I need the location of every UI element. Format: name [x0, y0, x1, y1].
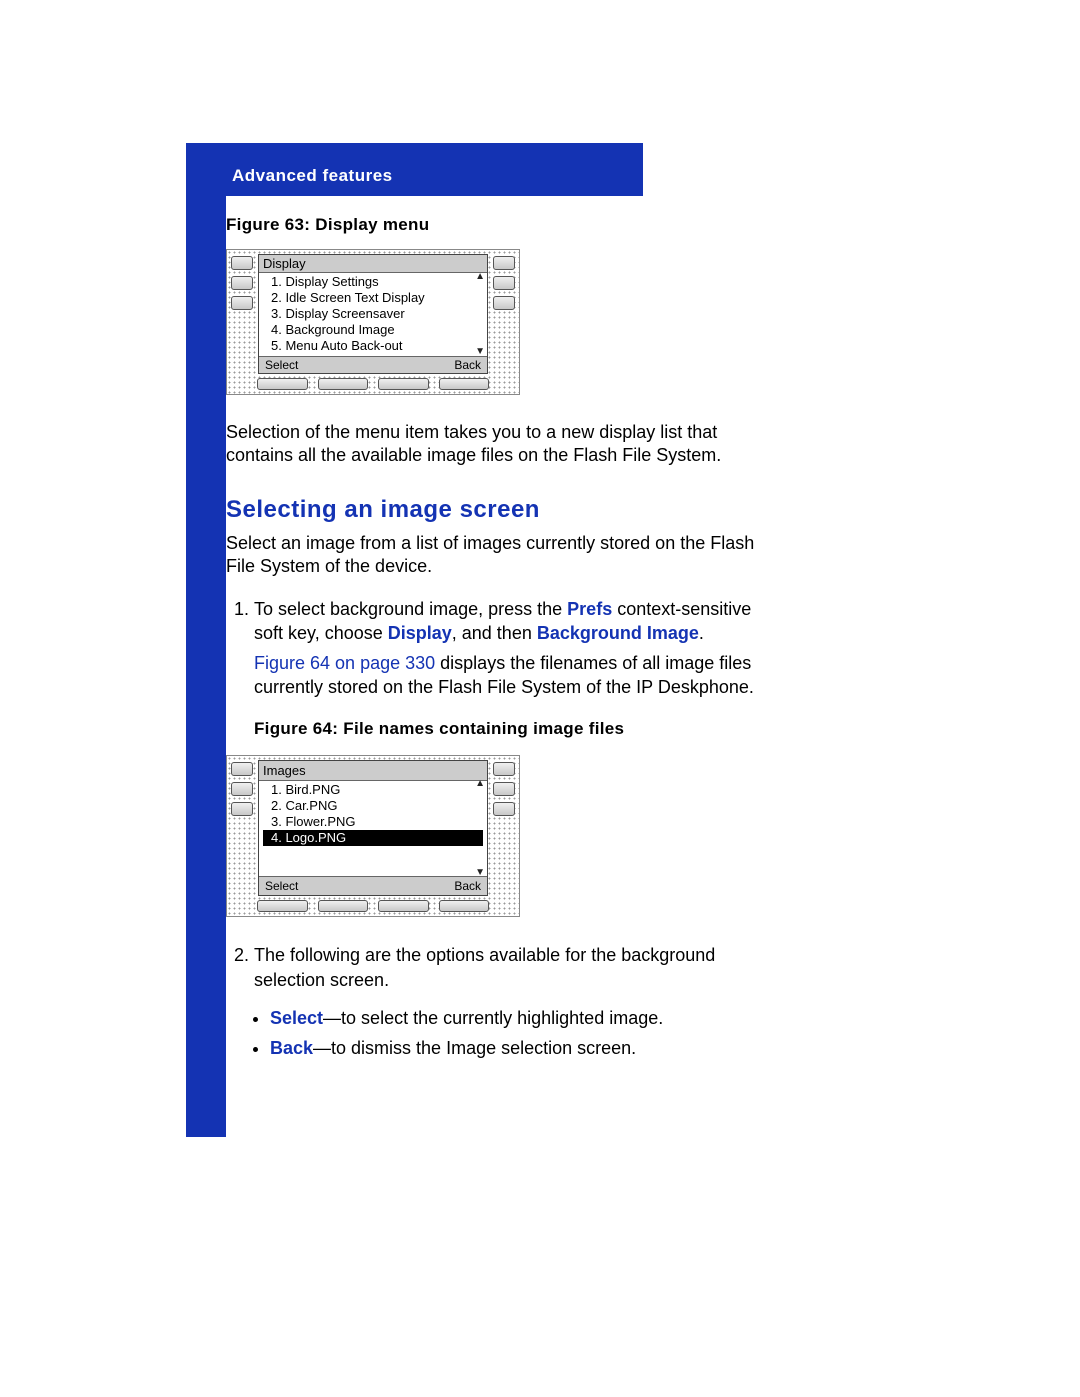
phone-screen: Images ▲ 1. Bird.PNG 2. Car.PNG 3. Flowe… — [258, 760, 488, 897]
menu-item: 1. Display Settings — [271, 274, 483, 290]
phone-screen: Display ▲ 1. Display Settings 2. Idle Sc… — [258, 254, 488, 374]
menu-item: 5. Menu Auto Back-out — [271, 338, 483, 354]
bottom-softkey-buttons — [231, 374, 515, 390]
menu-list: 1. Display Settings 2. Idle Screen Text … — [259, 273, 487, 356]
figure-64-illustration: Images ▲ 1. Bird.PNG 2. Car.PNG 3. Flowe… — [226, 755, 520, 918]
phone-side-button — [231, 276, 253, 290]
bullet-item: Back—to dismiss the Image selection scre… — [270, 1036, 772, 1060]
bullet-list: Select—to select the currently highlight… — [226, 1006, 772, 1061]
bullet1-rest: —to select the currently highlighted ima… — [323, 1008, 663, 1028]
image-list: 1. Bird.PNG 2. Car.PNG 3. Flower.PNG 4. … — [259, 781, 487, 876]
left-side-buttons — [231, 254, 253, 374]
list-item: 1. Bird.PNG — [271, 782, 483, 798]
phone-bottom-button — [439, 900, 490, 912]
section-header-text: Advanced features — [226, 166, 393, 196]
keyword-background-image: Background Image — [537, 623, 699, 643]
menu-item: 2. Idle Screen Text Display — [271, 290, 483, 306]
section-header-bar: Advanced features — [226, 143, 643, 196]
softkey-back: Back — [448, 877, 487, 895]
phone-side-button — [493, 762, 515, 776]
menu-item: 3. Display Screensaver — [271, 306, 483, 322]
cross-reference-link[interactable]: Figure 64 on page 330 — [254, 653, 435, 673]
ordered-steps: To select background image, press the Pr… — [226, 597, 772, 992]
step2-text: The following are the options available … — [254, 945, 715, 989]
list-item: 2. Car.PNG — [271, 798, 483, 814]
phone-side-button — [231, 782, 253, 796]
phone-bottom-button — [257, 900, 308, 912]
paragraph: Select an image from a list of images cu… — [226, 532, 772, 579]
phone-bottom-button — [318, 378, 369, 390]
phone-bottom-button — [378, 378, 429, 390]
scroll-down-icon: ▼ — [475, 866, 485, 880]
step-item: To select background image, press the Pr… — [254, 597, 772, 918]
phone-side-button — [493, 782, 515, 796]
step1-text-a: To select background image, press the — [254, 599, 567, 619]
phone-side-button — [231, 802, 253, 816]
list-item-selected: 4. Logo.PNG — [263, 830, 483, 846]
softkey-select: Select — [259, 357, 304, 373]
bullet2-rest: —to dismiss the Image selection screen. — [313, 1038, 636, 1058]
content-area: Figure 63: Display menu Display ▲ 1. Dis… — [226, 215, 772, 1067]
figure-63-illustration: Display ▲ 1. Display Settings 2. Idle Sc… — [226, 249, 520, 395]
softkey-bar: Select Back — [259, 876, 487, 895]
step1-text-c: , and then — [452, 623, 537, 643]
phone-side-button — [231, 256, 253, 270]
menu-item: 4. Background Image — [271, 322, 483, 338]
right-side-buttons — [493, 254, 515, 374]
step-item: The following are the options available … — [254, 943, 772, 992]
page-number: 330 — [232, 1104, 266, 1124]
screen-title: Display — [259, 255, 487, 273]
scroll-up-icon: ▲ — [475, 777, 485, 791]
phone-bottom-button — [318, 900, 369, 912]
phone-side-button — [231, 762, 253, 776]
section-heading: Selecting an image screen — [226, 496, 772, 524]
left-accent-bar — [186, 143, 226, 1137]
softkey-bar: Select Back — [259, 356, 487, 373]
keyword-display: Display — [388, 623, 452, 643]
softkey-back: Back — [448, 357, 487, 373]
list-item: 3. Flower.PNG — [271, 814, 483, 830]
paragraph: Selection of the menu item takes you to … — [226, 421, 772, 468]
scroll-down-icon: ▼ — [475, 346, 485, 357]
bullet-item: Select—to select the currently highlight… — [270, 1006, 772, 1030]
scroll-up-icon: ▲ — [475, 271, 485, 282]
phone-bottom-button — [257, 378, 308, 390]
keyword-back: Back — [270, 1038, 313, 1058]
bottom-softkey-buttons — [231, 896, 515, 912]
left-side-buttons — [231, 760, 253, 897]
phone-side-button — [493, 802, 515, 816]
right-side-buttons — [493, 760, 515, 897]
phone-side-button — [231, 296, 253, 310]
phone-side-button — [493, 296, 515, 310]
phone-bottom-button — [439, 378, 490, 390]
phone-side-button — [493, 256, 515, 270]
figure-64-caption: Figure 64: File names containing image f… — [254, 718, 772, 741]
keyword-prefs: Prefs — [567, 599, 612, 619]
phone-bottom-button — [378, 900, 429, 912]
step1-text-d: . — [699, 623, 704, 643]
screen-title: Images — [259, 761, 487, 782]
keyword-select: Select — [270, 1008, 323, 1028]
document-page: Advanced features Figure 63: Display men… — [0, 0, 1080, 1397]
phone-side-button — [493, 276, 515, 290]
softkey-select: Select — [259, 877, 304, 895]
figure-63-caption: Figure 63: Display menu — [226, 215, 772, 235]
